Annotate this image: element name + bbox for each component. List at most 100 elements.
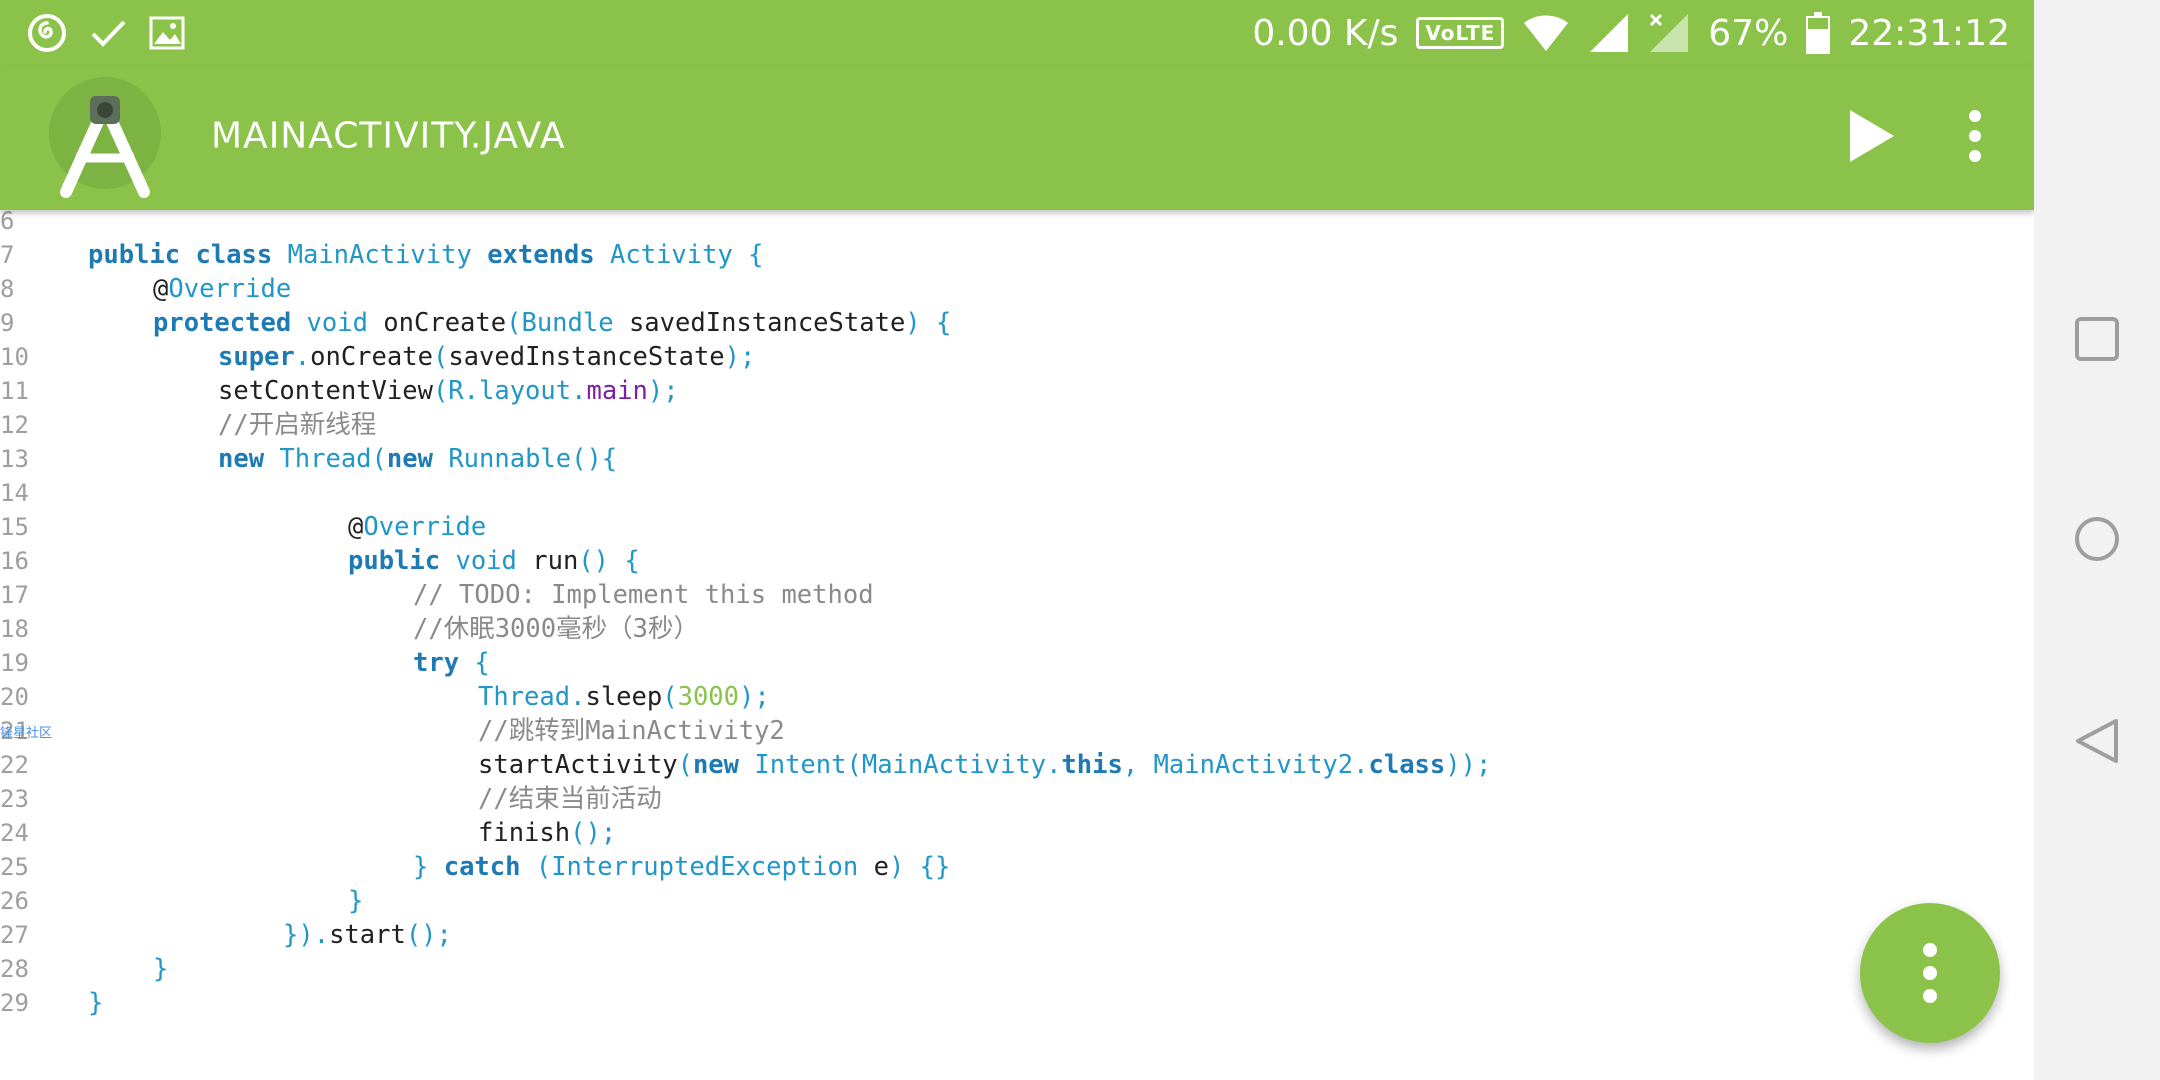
line-number: 7 xyxy=(0,241,15,269)
code-token: ) {} xyxy=(888,852,951,882)
code-text: public void run() { xyxy=(348,544,640,578)
line-number: 13 xyxy=(0,445,29,473)
code-editor[interactable]: 5import android.content.*;67public class… xyxy=(0,172,2034,1080)
line-number: 18 xyxy=(0,615,29,643)
code-line: 15 @Override xyxy=(0,510,2034,544)
code-token: this xyxy=(1061,750,1123,780)
more-vert-icon[interactable] xyxy=(1960,106,1990,166)
code-token: start xyxy=(329,920,406,950)
code-token: ( xyxy=(677,750,693,780)
code-token: super xyxy=(218,342,295,372)
net-speed: 0.00 K/s xyxy=(1252,12,1399,54)
code-token: } xyxy=(413,852,444,882)
code-token: (R.layout. xyxy=(432,376,587,406)
home-circle-icon[interactable] xyxy=(2070,512,2124,566)
code-line: 26} xyxy=(0,884,2034,918)
code-token: extends xyxy=(487,240,611,270)
code-line: 14 xyxy=(0,476,2034,510)
code-token: @ xyxy=(153,274,169,304)
code-token: } xyxy=(348,886,364,916)
signal-no-sim-icon xyxy=(1650,13,1689,52)
code-text: }).start(); xyxy=(283,918,452,952)
code-token: public xyxy=(348,546,456,576)
code-token: (InterruptedException xyxy=(535,852,874,882)
code-line: 19 try { xyxy=(0,646,2034,680)
code-token: } xyxy=(88,988,104,1018)
line-number: 8 xyxy=(0,275,15,303)
line-number: 26 xyxy=(0,887,29,915)
code-token: ) { xyxy=(905,308,952,338)
play-icon[interactable] xyxy=(1840,106,1900,166)
line-number: 22 xyxy=(0,751,29,779)
code-token: Activity { xyxy=(610,240,764,270)
code-line: 23 //结束当前活动 xyxy=(0,782,2034,816)
code-token: Intent(MainActivity. xyxy=(754,750,1062,780)
code-text: setContentView(R.layout.main); xyxy=(218,374,679,408)
code-token: void xyxy=(306,308,384,338)
code-line: 10 super.onCreate(savedInstanceState); xyxy=(0,340,2034,374)
code-line: 8 @Override xyxy=(0,272,2034,306)
code-line: 18 //休眠3000毫秒（3秒） xyxy=(0,612,2034,646)
code-token: Override xyxy=(168,274,292,304)
code-line: 29} xyxy=(0,986,2034,1020)
code-text: } xyxy=(88,986,103,1020)
volte-badge: VoLTE xyxy=(1416,17,1505,49)
code-token: Runnable(){ xyxy=(448,444,618,474)
code-line: 11 setContentView(R.layout.main); xyxy=(0,374,2034,408)
code-token: ( xyxy=(662,682,678,712)
code-token: protected xyxy=(153,308,307,338)
code-text: finish(); xyxy=(478,816,616,850)
code-line: 22 startActivity(new Intent(MainActivity.… xyxy=(0,748,2034,782)
status-bar: 0.00 K/s VoLTE 67% 22:31:12 xyxy=(0,0,2034,66)
code-token: setContentView xyxy=(218,376,433,406)
code-token: (Bundle xyxy=(506,308,629,338)
code-token: new xyxy=(386,444,449,474)
fab-menu-button[interactable] xyxy=(1860,903,2000,1043)
code-token: public class xyxy=(88,240,288,270)
code-token: class xyxy=(1368,750,1446,780)
code-token: Thread. xyxy=(478,682,586,712)
wifi-icon xyxy=(1524,15,1569,51)
code-token: ); xyxy=(647,376,679,406)
code-token: }). xyxy=(283,920,330,950)
line-number: 15 xyxy=(0,513,29,541)
code-token: 3000 xyxy=(677,682,740,712)
more-vert-icon-dot xyxy=(1923,966,1937,980)
code-token: , MainActivity2. xyxy=(1122,750,1369,780)
code-text: Thread.sleep(3000); xyxy=(478,680,770,714)
line-number: 23 xyxy=(0,785,29,813)
code-text: //开启新线程 xyxy=(218,408,376,442)
code-token: () { xyxy=(578,546,640,576)
code-line: 20 Thread.sleep(3000); xyxy=(0,680,2034,714)
code-line: 9 protected void onCreate(Bundle savedIns… xyxy=(0,306,2034,340)
code-text: startActivity(new Intent(MainActivity.th… xyxy=(478,748,1491,782)
code-token: ); xyxy=(739,682,770,712)
recents-square-icon[interactable] xyxy=(2070,312,2124,366)
code-text: @Override xyxy=(153,272,291,306)
code-token: ); xyxy=(724,342,756,372)
app-toolbar: MAINACTIVITY.JAVA xyxy=(0,66,2034,210)
code-token: savedInstanceState xyxy=(628,308,906,338)
line-number: 29 xyxy=(0,989,29,1017)
status-bar-system: 0.00 K/s VoLTE 67% 22:31:12 xyxy=(1252,6,2010,60)
code-token: startActivity xyxy=(478,750,678,780)
clock: 22:31:12 xyxy=(1848,12,2010,54)
line-number: 10 xyxy=(0,343,29,371)
back-triangle-icon[interactable] xyxy=(2070,714,2124,768)
code-token: new xyxy=(218,444,280,474)
check-icon xyxy=(91,20,126,47)
code-token: Thread( xyxy=(279,444,387,474)
code-line: 25} catch (InterruptedException e) {} xyxy=(0,850,2034,884)
code-text: try { xyxy=(413,646,490,680)
code-text: //跳转到MainActivity2 xyxy=(478,714,785,748)
line-number: 11 xyxy=(0,377,29,405)
code-token: { xyxy=(474,648,490,678)
more-vert-icon-dot xyxy=(1923,989,1937,1003)
code-token: (); xyxy=(570,818,617,848)
code-token: catch xyxy=(443,852,536,882)
line-number: 24 xyxy=(0,819,29,847)
line-number: 16 xyxy=(0,547,29,575)
code-token: new xyxy=(692,750,755,780)
netease-music-icon xyxy=(28,14,66,52)
file-title: MAINACTIVITY.JAVA xyxy=(211,115,566,157)
